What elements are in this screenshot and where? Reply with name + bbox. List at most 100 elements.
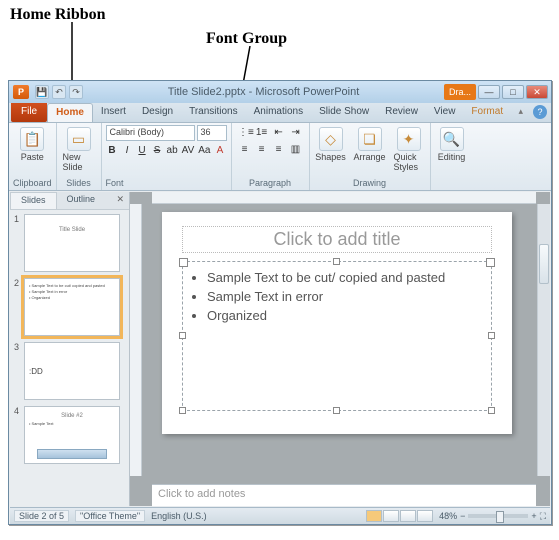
ruler-vertical xyxy=(130,204,142,476)
indent-inc-button[interactable]: ⇥ xyxy=(288,125,303,140)
zoom-in-button[interactable]: + xyxy=(531,511,536,521)
ribbon-tabs: File Home Insert Design Transitions Anim… xyxy=(9,103,551,123)
thumbnail-3[interactable]: 3 :DD xyxy=(14,342,125,400)
align-right-button[interactable]: ≡ xyxy=(271,142,286,157)
zoom-level[interactable]: 48% xyxy=(439,511,457,521)
view-sorter-button[interactable] xyxy=(383,510,399,522)
panel-tabs: Slides Outline ✕ xyxy=(10,192,129,210)
tab-design[interactable]: Design xyxy=(134,103,181,122)
numbering-button[interactable]: 1≡ xyxy=(254,125,269,140)
shapes-label: Shapes xyxy=(315,152,346,162)
editing-button[interactable]: 🔍 Editing xyxy=(435,125,469,164)
panel-tab-outline[interactable]: Outline xyxy=(57,192,106,209)
qat-save-icon[interactable]: 💾 xyxy=(35,85,49,99)
quick-styles-icon: ✦ xyxy=(397,127,421,151)
title-placeholder[interactable]: Click to add title xyxy=(182,226,492,253)
tab-review[interactable]: Review xyxy=(377,103,426,122)
thumbnails: 1 Title Slide 2 • Sample Text to be cut/… xyxy=(10,210,129,506)
maximize-button[interactable]: □ xyxy=(502,85,524,99)
tab-format[interactable]: Format xyxy=(463,103,511,122)
ribbon: 📋 Paste Clipboard ▭ New Slide Slides Cal… xyxy=(9,123,551,191)
char-spacing-button[interactable]: AV xyxy=(181,143,196,158)
font-name-combo[interactable]: Calibri (Body) xyxy=(106,125,195,141)
group-paragraph: ⋮≡ 1≡ ⇤ ⇥ ≡ ≡ ≡ ▥ Paragraph xyxy=(232,123,310,190)
indent-dec-button[interactable]: ⇤ xyxy=(271,125,286,140)
paste-button[interactable]: 📋 Paste xyxy=(14,125,50,164)
slides-panel: Slides Outline ✕ 1 Title Slide 2 • Sampl… xyxy=(10,192,130,506)
thumb-number: 2 xyxy=(14,278,24,288)
italic-button[interactable]: I xyxy=(121,143,134,158)
thumb-title: Title Slide xyxy=(29,227,115,233)
new-slide-label: New Slide xyxy=(63,152,95,172)
thumbnail-2[interactable]: 2 • Sample Text to be cut/ copied and pa… xyxy=(14,278,125,336)
drawing-group-label: Drawing xyxy=(353,177,386,190)
paste-label: Paste xyxy=(21,152,44,162)
strike-button[interactable]: S xyxy=(151,143,164,158)
thumb-lines: • Sample Text to be cut/ copied and past… xyxy=(29,283,115,301)
zoom-out-button[interactable]: − xyxy=(460,511,465,521)
tab-transitions[interactable]: Transitions xyxy=(181,103,246,122)
slides-group-label: Slides xyxy=(66,177,91,190)
shadow-button[interactable]: ab xyxy=(166,143,179,158)
help-icon[interactable]: ? xyxy=(533,105,547,119)
zoom-slider[interactable] xyxy=(468,514,528,518)
view-normal-button[interactable] xyxy=(366,510,382,522)
status-theme: "Office Theme" xyxy=(75,510,145,522)
qat-undo-icon[interactable]: ↶ xyxy=(52,85,66,99)
paragraph-group-label: Paragraph xyxy=(249,177,291,190)
slide-canvas-area: Click to add title Sample Text to be cut… xyxy=(130,192,550,506)
underline-button[interactable]: U xyxy=(136,143,149,158)
titlebar: P 💾 ↶ ↷ Title Slide2.pptx - Microsoft Po… xyxy=(9,81,551,103)
panel-close-icon[interactable]: ✕ xyxy=(111,192,129,209)
align-left-button[interactable]: ≡ xyxy=(237,142,252,157)
notes-pane[interactable]: Click to add notes xyxy=(152,484,536,506)
minimize-ribbon-icon[interactable]: ▴ xyxy=(512,103,529,122)
group-drawing: ◇ Shapes ❏ Arrange ✦ Quick Styles Drawin… xyxy=(310,123,431,190)
tab-view[interactable]: View xyxy=(426,103,464,122)
quick-styles-label: Quick Styles xyxy=(394,152,424,172)
columns-button[interactable]: ▥ xyxy=(288,142,303,157)
vertical-scrollbar[interactable] xyxy=(537,204,550,476)
new-slide-button[interactable]: ▭ New Slide xyxy=(61,125,97,174)
status-slide-number: Slide 2 of 5 xyxy=(14,510,69,522)
thumb-lines: • Sample Text xyxy=(29,421,115,427)
tab-file[interactable]: File xyxy=(11,103,47,122)
minimize-button[interactable]: — xyxy=(478,85,500,99)
view-reading-button[interactable] xyxy=(400,510,416,522)
bullet-item[interactable]: Sample Text to be cut/ copied and pasted xyxy=(207,270,481,285)
arrange-label: Arrange xyxy=(354,152,386,162)
tab-slideshow[interactable]: Slide Show xyxy=(311,103,377,122)
bullet-item[interactable]: Organized xyxy=(207,308,481,323)
thumbnail-1[interactable]: 1 Title Slide xyxy=(14,214,125,272)
bullets-button[interactable]: ⋮≡ xyxy=(237,125,252,140)
font-size-combo[interactable]: 36 xyxy=(197,125,227,141)
tab-home[interactable]: Home xyxy=(47,103,93,122)
thumbnail-4[interactable]: 4 Slide #2 • Sample Text xyxy=(14,406,125,464)
content-placeholder[interactable]: Sample Text to be cut/ copied and pasted… xyxy=(182,261,492,411)
status-bar: Slide 2 of 5 "Office Theme" English (U.S… xyxy=(10,507,550,524)
shapes-button[interactable]: ◇ Shapes xyxy=(314,125,348,174)
change-case-button[interactable]: Aa xyxy=(197,143,211,158)
bullet-item[interactable]: Sample Text in error xyxy=(207,289,481,304)
status-language[interactable]: English (U.S.) xyxy=(151,511,207,521)
font-group-label: Font xyxy=(106,177,227,190)
tab-insert[interactable]: Insert xyxy=(93,103,134,122)
view-slideshow-button[interactable] xyxy=(417,510,433,522)
bullet-list: Sample Text to be cut/ copied and pasted… xyxy=(193,270,481,323)
group-clipboard: 📋 Paste Clipboard xyxy=(9,123,57,190)
close-button[interactable]: ✕ xyxy=(526,85,548,99)
arrange-button[interactable]: ❏ Arrange xyxy=(352,125,388,174)
tab-animations[interactable]: Animations xyxy=(246,103,311,122)
slide[interactable]: Click to add title Sample Text to be cut… xyxy=(162,212,512,434)
ruler-horizontal xyxy=(152,192,536,204)
quick-styles-button[interactable]: ✦ Quick Styles xyxy=(392,125,426,174)
workspace: Slides Outline ✕ 1 Title Slide 2 • Sampl… xyxy=(10,192,550,506)
bold-button[interactable]: B xyxy=(106,143,119,158)
zoom-controls: 48% − + ⛶ xyxy=(439,511,546,522)
qat-redo-icon[interactable]: ↷ xyxy=(69,85,83,99)
panel-tab-slides[interactable]: Slides xyxy=(10,192,57,209)
align-center-button[interactable]: ≡ xyxy=(254,142,269,157)
font-color-button[interactable]: A xyxy=(214,143,227,158)
fit-to-window-button[interactable]: ⛶ xyxy=(540,511,546,522)
shapes-icon: ◇ xyxy=(319,127,343,151)
